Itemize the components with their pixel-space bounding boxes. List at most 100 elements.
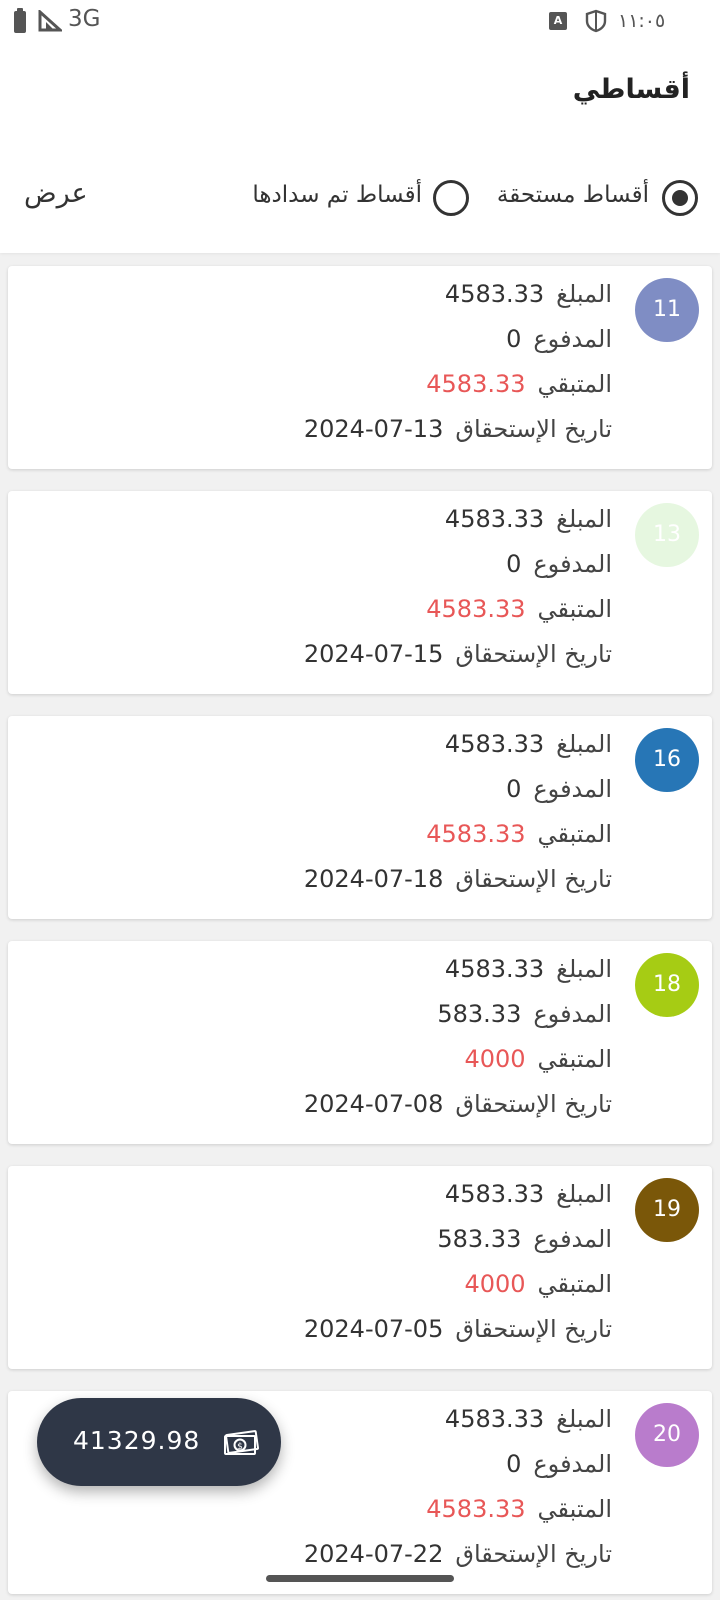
- due-date-row: تاريخ الإستحقاق 2024-07-15: [304, 640, 612, 668]
- remaining-row: المتبقي 4583.33: [426, 595, 612, 623]
- remaining-row-label: المتبقي: [537, 370, 612, 398]
- amount-row-value: 4583.33: [444, 730, 545, 758]
- remaining-row-value: 4000: [464, 1045, 526, 1073]
- paid-row-label: المدفوع: [533, 1450, 612, 1478]
- paid-row-label: المدفوع: [533, 1225, 612, 1253]
- paid-row: المدفوع 0: [506, 1450, 612, 1478]
- radio-label-paid[interactable]: أقساط تم سدادها: [252, 182, 422, 208]
- remaining-row: المتبقي 4000: [464, 1045, 612, 1073]
- svg-text:$: $: [237, 1442, 243, 1452]
- due-date-row-label: تاريخ الإستحقاق: [455, 415, 612, 443]
- due-date-row-value: 2024-07-18: [303, 865, 444, 893]
- due-date-row-label: تاريخ الإستحقاق: [455, 1315, 612, 1343]
- amount-row-value: 4583.33: [444, 1180, 545, 1208]
- radio-paid-installments[interactable]: [433, 180, 469, 216]
- due-date-row-value: 2024-07-08: [303, 1090, 444, 1118]
- network-label: 3G: [68, 6, 101, 32]
- paid-row-label: المدفوع: [533, 325, 612, 353]
- installment-card[interactable]: 13 المبلغ4583.33 المدفوع0 المتبقي4583.33 تار…: [8, 491, 712, 694]
- remaining-row-value: 4000: [464, 1270, 526, 1298]
- amount-row: المبلغ 4583.33: [445, 280, 612, 308]
- radio-label-due[interactable]: أقساط مستحقة: [497, 182, 649, 208]
- due-date-row-label: تاريخ الإستحقاق: [455, 1540, 612, 1568]
- installment-card[interactable]: 19 المبلغ 4583.33 المدفوع 583.33 المتبقي 4000 ت…: [8, 1166, 712, 1369]
- installment-number-badge: 11: [635, 278, 699, 342]
- amount-row-label: المبلغ: [556, 280, 612, 308]
- remaining-row-value: 4583.33: [426, 595, 526, 623]
- due-date-row: تاريخ الإستحقاق 2024-07-08: [304, 1090, 612, 1118]
- due-date-row: تاريخ الإستحقاق 2024-07-22: [304, 1540, 612, 1568]
- amount-row: المبلغ 4583.33: [445, 1405, 612, 1433]
- installment-number-badge: 20: [635, 1403, 699, 1467]
- paid-row-value: 0: [506, 775, 522, 803]
- paid-row: المدفوع 583.33: [437, 1000, 612, 1028]
- amount-row-label: المبلغ: [556, 505, 612, 533]
- paid-row: المدفوع 0: [506, 775, 612, 803]
- due-date-row: تاريخ الإستحقاق 2024-07-13: [304, 415, 612, 443]
- signal-icon: [38, 10, 62, 32]
- due-date-row: تاريخ الإستحقاق 2024-07-18: [304, 865, 612, 893]
- remaining-row: المتبقي 4583.33: [426, 370, 612, 398]
- remaining-row-label: المتبقي: [537, 1045, 612, 1073]
- shield-icon: [585, 9, 607, 33]
- amount-row-value: 4583.33: [444, 1405, 545, 1433]
- amount-row-label: المبلغ: [556, 1180, 612, 1208]
- paid-row-label: المدفوع: [533, 550, 612, 578]
- paid-row-value: 0: [506, 550, 522, 578]
- due-date-row-value: 2024-07-15: [303, 640, 444, 668]
- home-indicator: [266, 1575, 454, 1582]
- amount-row-value: 4583.33: [444, 505, 545, 533]
- due-date-row-value: 2024-07-22: [303, 1540, 444, 1568]
- remaining-row: المتبقي 4583.33: [426, 820, 612, 848]
- amount-row-label: المبلغ: [556, 1405, 612, 1433]
- paid-row-value: 0: [506, 1450, 522, 1478]
- installment-number-badge: 16: [635, 728, 699, 792]
- remaining-row-label: المتبقي: [537, 595, 612, 623]
- amount-row: المبلغ 4583.33: [445, 1180, 612, 1208]
- battery-icon: [14, 8, 26, 33]
- view-button[interactable]: عرض: [24, 178, 88, 209]
- amount-row-label: المبلغ: [556, 955, 612, 983]
- paid-row: المدفوع 0: [506, 550, 612, 578]
- amount-row-label: المبلغ: [556, 730, 612, 758]
- total-value: 41329.98: [73, 1426, 201, 1455]
- due-date-row-label: تاريخ الإستحقاق: [455, 640, 612, 668]
- money-icon: $: [224, 1430, 259, 1455]
- paid-row-value: 583.33: [437, 1000, 522, 1028]
- installment-card[interactable]: 11 المبلغ4583.33 المدفوع0 المتبقي4583.33 تار…: [8, 266, 712, 469]
- total-button[interactable]: 41329.98 $: [37, 1398, 281, 1486]
- due-date-row-label: تاريخ الإستحقاق: [455, 1090, 612, 1118]
- remaining-row-label: المتبقي: [537, 820, 612, 848]
- paid-row-label: المدفوع: [533, 775, 612, 803]
- due-date-row: تاريخ الإستحقاق 2024-07-05: [304, 1315, 612, 1343]
- installment-number-badge: 13: [635, 503, 699, 567]
- due-date-row-label: تاريخ الإستحقاق: [455, 865, 612, 893]
- due-date-row-value: 2024-07-05: [303, 1315, 444, 1343]
- amount-row: المبلغ 4583.33: [445, 730, 612, 758]
- remaining-row-value: 4583.33: [426, 1495, 526, 1523]
- status-bar: 3G A ١١:٠٥: [0, 0, 720, 46]
- remaining-row: المتبقي 4583.33: [426, 1495, 612, 1523]
- due-date-row-value: 2024-07-13: [303, 415, 444, 443]
- remaining-row-label: المتبقي: [537, 1270, 612, 1298]
- installment-number-badge: 18: [635, 953, 699, 1017]
- paid-row-value: 0: [506, 325, 522, 353]
- installment-number-badge: 19: [635, 1178, 699, 1242]
- remaining-row-value: 4583.33: [426, 820, 526, 848]
- installment-card[interactable]: 16 المبلغ4583.33 المدفوع0 المتبقي4583.33 تار…: [8, 716, 712, 919]
- paid-row-value: 583.33: [437, 1225, 522, 1253]
- paid-row-label: المدفوع: [533, 1000, 612, 1028]
- radio-due-installments[interactable]: [662, 180, 698, 216]
- page-title: أقساطي: [572, 74, 690, 105]
- keyboard-icon: A: [549, 12, 567, 30]
- paid-row: المدفوع 583.33: [437, 1225, 612, 1253]
- amount-row-value: 4583.33: [444, 280, 545, 308]
- top-area: 3G A ١١:٠٥ أقساطي أقساط مستحقة أقساط تم …: [0, 0, 720, 253]
- paid-row: المدفوع 0: [506, 325, 612, 353]
- installment-card[interactable]: 18 المبلغ 4583.33 المدفوع 583.33 المتبقي 4000 ت…: [8, 941, 712, 1144]
- remaining-row-label: المتبقي: [537, 1495, 612, 1523]
- remaining-row-value: 4583.33: [426, 370, 526, 398]
- filter-row: أقساط مستحقة أقساط تم سدادها عرض: [0, 170, 720, 230]
- amount-row: المبلغ 4583.33: [445, 955, 612, 983]
- clock: ١١:٠٥: [618, 10, 666, 32]
